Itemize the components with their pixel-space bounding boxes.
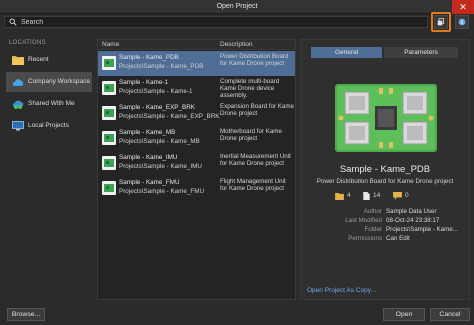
meta-row: Folder Projects\Sample - Kame... — [301, 226, 469, 235]
meta-value: Projects\Sample - Kame... — [386, 226, 458, 233]
project-description: Motherboard for Kame Drone project — [220, 128, 282, 143]
meta-key: Folder — [364, 226, 382, 233]
project-description: Flight Management Unit for Kame Drone pr… — [220, 178, 286, 193]
project-name: Sample - Kame-1 — [119, 79, 168, 86]
search-input[interactable] — [21, 17, 421, 27]
details-panel: General Parameters Sample - Kame_PDB Pow… — [300, 39, 470, 300]
meta-key: Author — [363, 208, 382, 215]
board-preview-image — [335, 84, 437, 152]
location-shared-with-me[interactable]: Shared With Me — [6, 94, 92, 114]
project-board-icon — [102, 156, 116, 170]
project-row[interactable]: Sample - Kame_PDB Projects\Sample - Kame… — [98, 51, 295, 76]
toolbar-highlight — [431, 12, 451, 32]
locations-heading: LOCATIONS — [9, 40, 46, 46]
info-button[interactable] — [455, 15, 469, 29]
location-label: Shared With Me — [28, 100, 75, 107]
tab-general[interactable]: General — [311, 47, 382, 58]
comment-count: 0 — [405, 192, 409, 199]
project-row[interactable]: Sample - Kame-1 Projects\Sample - Kame-1… — [98, 76, 295, 101]
open-button[interactable]: Open — [383, 308, 425, 321]
info-icon — [458, 18, 466, 26]
project-path: Projects\Sample - Kame_MB — [119, 138, 200, 145]
project-name: Sample - Kame_EXP_BRK — [119, 104, 195, 111]
document-count: 14 — [373, 192, 381, 199]
project-name: Sample - Kame_PDB — [119, 54, 179, 61]
project-description: Complete multi-board Kame Drone device a… — [220, 78, 280, 100]
folder-count: 4 — [347, 192, 351, 199]
folder-icon — [335, 193, 344, 200]
project-path: Projects\Sample - Kame-1 — [119, 88, 193, 95]
project-path: Projects\Sample - Kame_EXP_BRK — [119, 113, 220, 120]
cancel-button[interactable]: Cancel — [430, 308, 470, 321]
list-header: Name Description — [98, 40, 295, 50]
location-recent[interactable]: Recent — [6, 50, 92, 70]
folder-icon — [12, 56, 24, 65]
meta-row: Permissions Can Edit — [301, 235, 469, 244]
project-board-icon — [102, 131, 116, 145]
close-button[interactable]: ✕ — [452, 0, 474, 14]
project-name: Sample - Kame_IMU — [119, 154, 178, 161]
window-title: Open Project — [216, 3, 258, 10]
project-name: Sample - Kame_MB — [119, 129, 176, 136]
comment-icon — [393, 192, 402, 200]
location-label: Company Workspace — [28, 78, 91, 85]
project-path: Projects\Sample - Kame_FMU — [119, 188, 205, 195]
meta-row: Last Modified 08-Oct-24 23:38:17 — [301, 217, 469, 226]
project-list: Name Description Sample - Kame_PDB Proje… — [97, 39, 296, 300]
search-bar — [4, 16, 428, 28]
project-path: Projects\Sample - Kame_PDB — [119, 63, 204, 70]
tab-parameters[interactable]: Parameters — [384, 47, 458, 58]
meta-value: 08-Oct-24 23:38:17 — [386, 217, 440, 224]
meta-key: Last Modified — [345, 217, 382, 224]
project-name: Sample - Kame_FMU — [119, 179, 180, 186]
location-label: Local Projects — [28, 122, 69, 129]
title-bar: Open Project ✕ — [0, 0, 474, 14]
project-description: Inertial Measurement Unit for Kame Drone… — [220, 153, 291, 168]
project-subtitle: Power Distribution Board for Kame Drone … — [316, 178, 454, 185]
project-board-icon — [102, 81, 116, 95]
search-icon — [9, 18, 17, 26]
browse-button[interactable]: Browse... — [7, 308, 45, 321]
location-label: Recent — [28, 56, 49, 63]
project-row[interactable]: Sample - Kame_FMU Projects\Sample - Kame… — [98, 176, 295, 201]
column-header-description[interactable]: Description — [220, 41, 253, 48]
location-local-projects[interactable]: Local Projects — [6, 116, 92, 136]
location-company-workspace[interactable]: Company Workspace — [6, 72, 92, 92]
meta-value: Sample Data User — [386, 208, 437, 215]
project-board-icon — [102, 181, 116, 195]
project-board-icon — [102, 106, 116, 120]
meta-key: Permissions — [348, 235, 382, 242]
meta-row: Author Sample Data User — [301, 208, 469, 217]
project-description: Expansion Board for Kame Drone project — [220, 103, 294, 118]
cloud-icon — [12, 79, 24, 86]
open-as-copy-link[interactable]: Open Project As Copy... — [307, 287, 376, 294]
project-row[interactable]: Sample - Kame_IMU Projects\Sample - Kame… — [98, 151, 295, 176]
project-title: Sample - Kame_PDB — [339, 164, 431, 175]
column-header-name[interactable]: Name — [102, 41, 119, 48]
project-board-icon — [102, 56, 116, 70]
project-description: Power Distribution Board for Kame Drone … — [220, 53, 289, 68]
project-path: Projects\Sample - Kame_IMU — [119, 163, 202, 170]
project-row[interactable]: Sample - Kame_MB Projects\Sample - Kame_… — [98, 126, 295, 151]
document-icon — [363, 192, 370, 200]
monitor-icon — [12, 121, 24, 131]
shared-icon — [12, 100, 24, 109]
project-row[interactable]: Sample - Kame_EXP_BRK Projects\Sample - … — [98, 101, 295, 126]
meta-value: Can Edit — [386, 235, 410, 242]
